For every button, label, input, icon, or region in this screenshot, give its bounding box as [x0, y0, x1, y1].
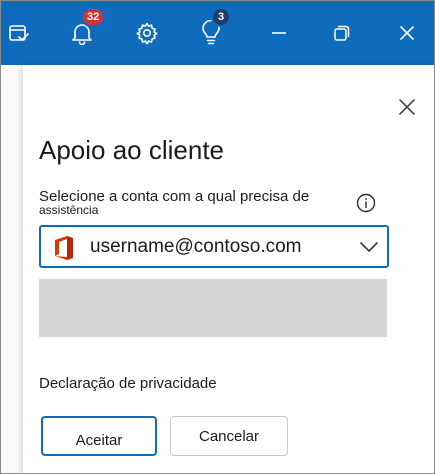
office-icon [55, 236, 73, 260]
gear-icon[interactable] [129, 15, 165, 51]
minimize-icon[interactable] [261, 15, 297, 51]
info-icon[interactable] [356, 193, 376, 213]
calendar-check-icon[interactable] [1, 15, 37, 51]
close-panel-button[interactable] [395, 95, 419, 119]
close-icon[interactable] [389, 15, 425, 51]
notifications-badge: 32 [81, 7, 106, 27]
account-select[interactable]: username@contoso.com [39, 225, 389, 268]
restore-icon[interactable] [324, 15, 360, 51]
tips-badge: 3 [211, 7, 231, 27]
title-bar: 32 3 [1, 1, 434, 65]
account-select-value: username@contoso.com [90, 236, 302, 257]
accept-button[interactable]: Aceitar [41, 416, 157, 456]
close-icon [399, 99, 415, 115]
support-panel: Apoio ao cliente Selecione a conta com a… [23, 65, 434, 473]
window: 32 3 Apoio ao cliente Selecione a conta … [0, 0, 435, 474]
account-label: Selecione a conta com a qual precisa de … [39, 187, 339, 216]
chevron-down-icon [360, 242, 378, 252]
panel-title: Apoio ao cliente [39, 135, 225, 165]
content-placeholder [39, 279, 387, 337]
privacy-link[interactable]: Declaração de privacidade [39, 375, 217, 392]
cancel-button[interactable]: Cancelar [170, 416, 288, 456]
